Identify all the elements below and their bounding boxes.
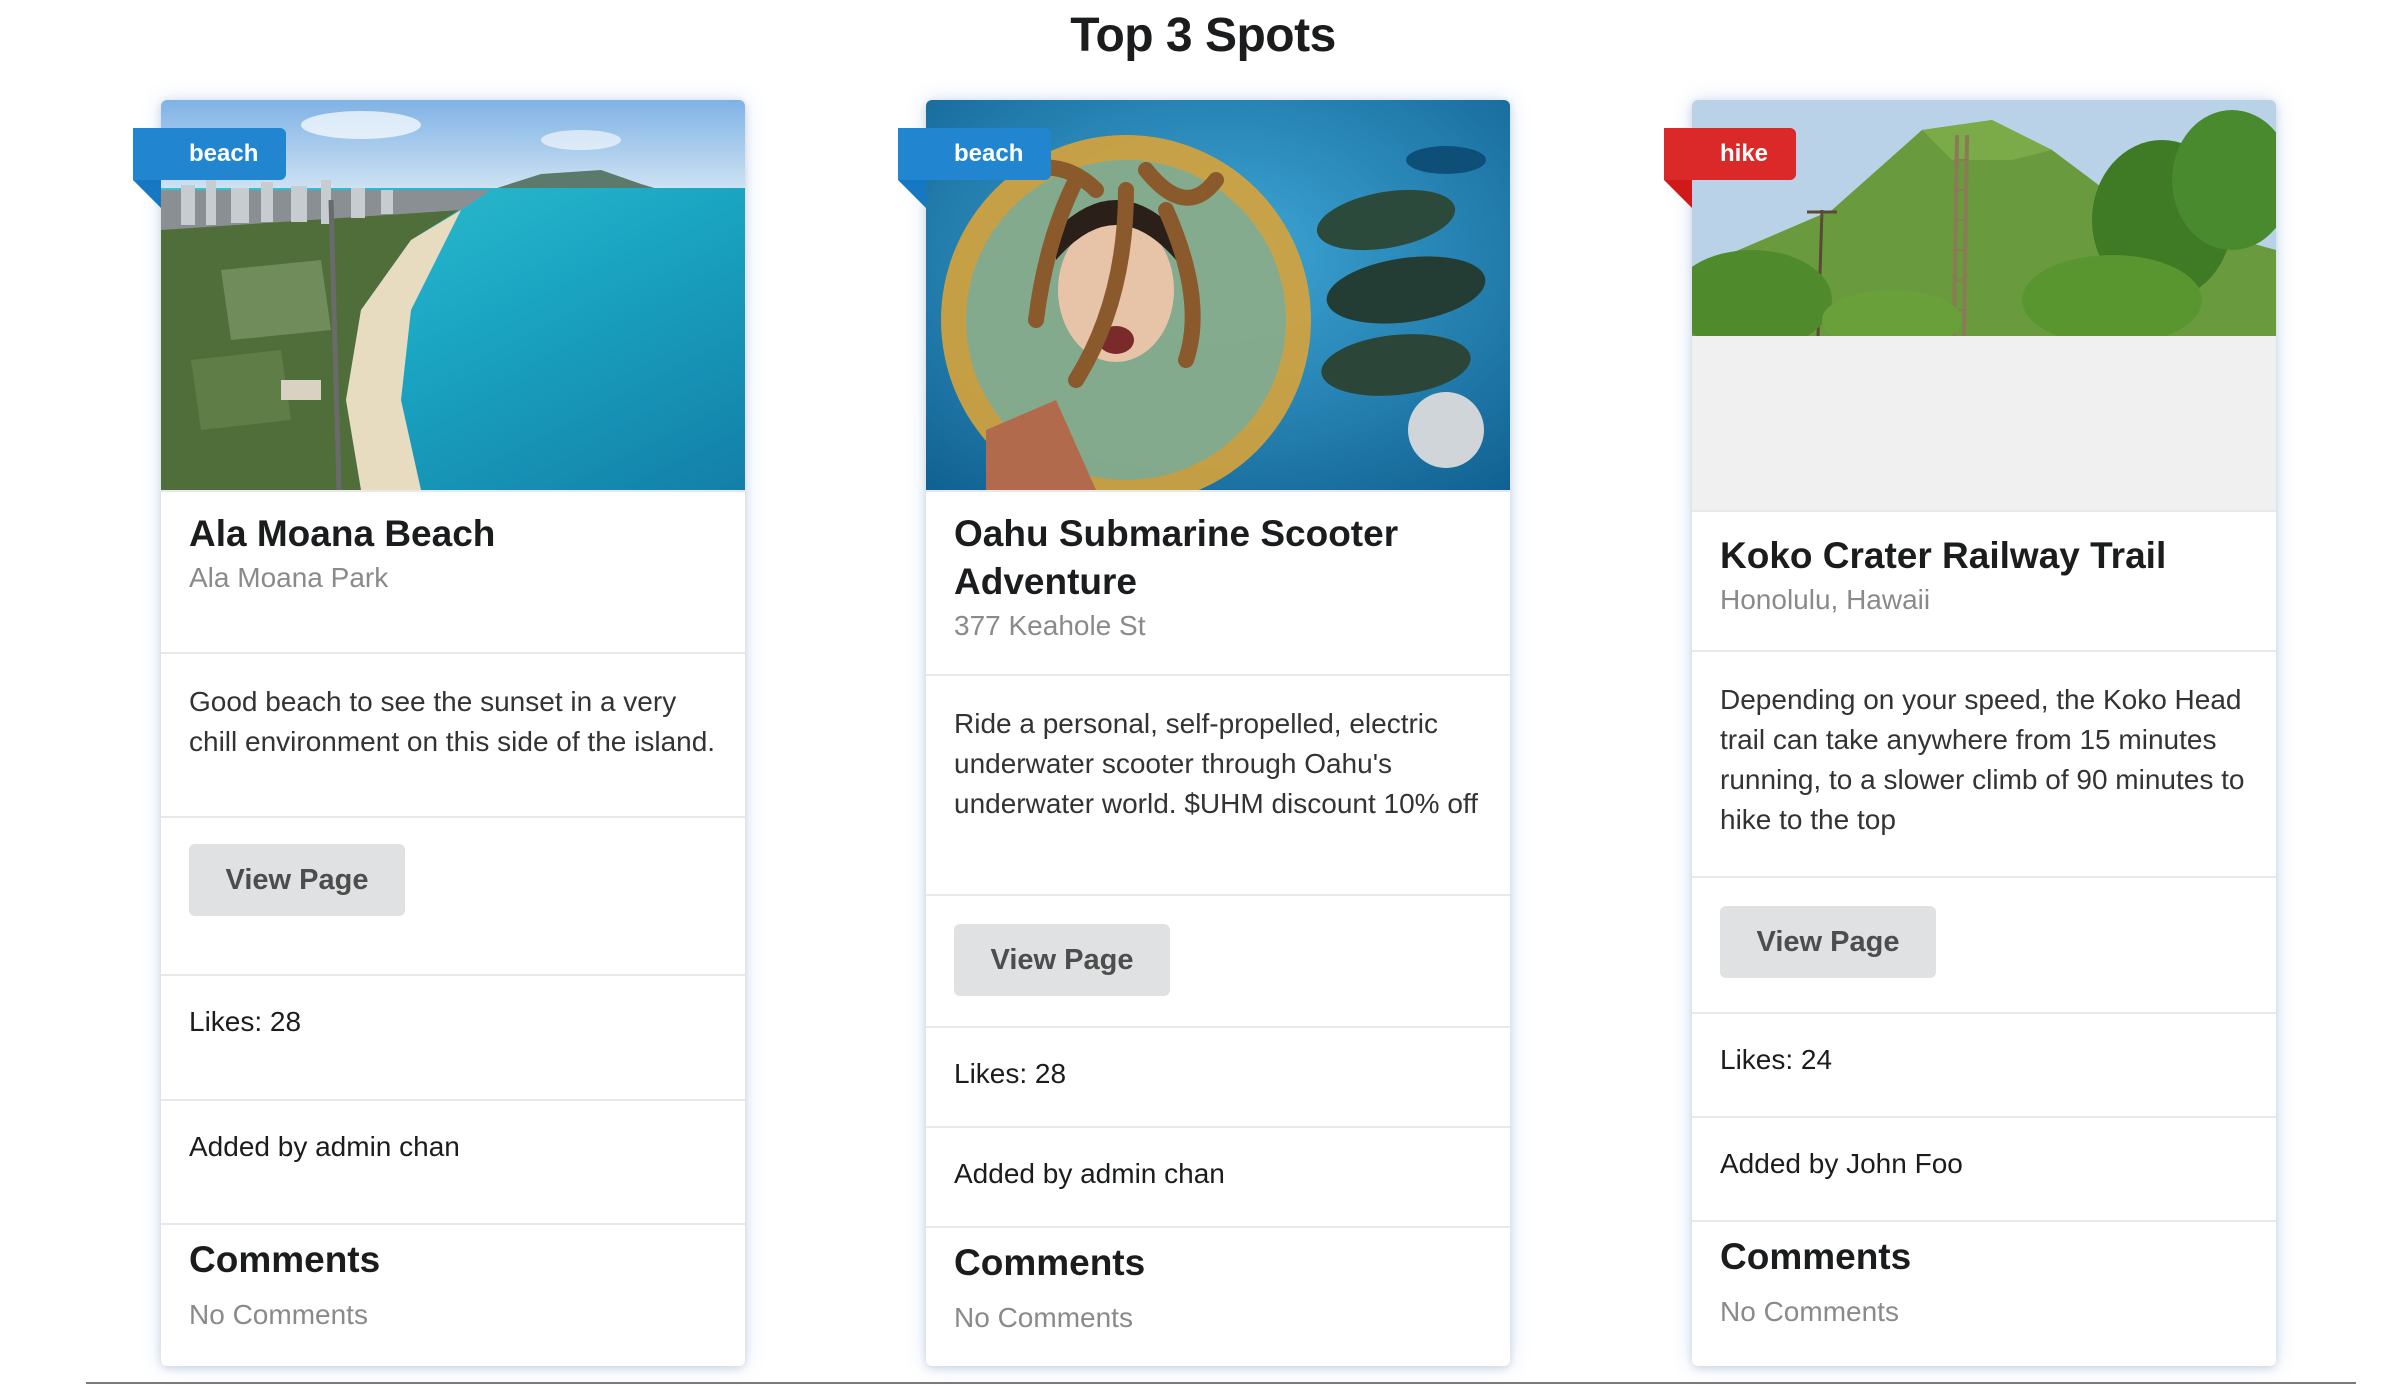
card-description: Ride a personal, self-propelled, electri… [954,708,1478,819]
page-title: Top 3 Spots [1070,9,1336,62]
card-description: Good beach to see the sunset in a very c… [189,686,716,757]
comments-heading: Comments [954,1242,1146,1283]
tag-ribbon[interactable]: beach [133,128,287,208]
card-actions: View Page [926,894,1510,1026]
spot-card: beach Oahu Submarine Scooter Adventure 3… [898,100,1510,1366]
likes-count: Likes: 24 [1720,1044,1833,1075]
view-page-button[interactable]: View Page [1720,906,1936,978]
tag-ribbon[interactable]: hike [1664,128,1797,208]
likes-count: Likes: 28 [954,1058,1067,1089]
tag-ribbon[interactable]: beach [898,128,1052,208]
card-location: Ala Moana Park [189,562,389,593]
card-location: 377 Keahole St [954,610,1146,641]
bottom-divider [86,1382,2356,1384]
view-page-button[interactable]: View Page [954,924,1170,996]
card-header: Koko Crater Railway Trail Honolulu, Hawa… [1692,510,2276,650]
comments-heading: Comments [189,1239,381,1280]
spot-card: beach Ala Moana Beach Ala Moana Park Goo… [133,100,745,1366]
likes-section: Likes: 28 [926,1026,1510,1126]
card-title[interactable]: Oahu Submarine Scooter Adventure [954,510,1482,606]
added-by: Added by admin chan [189,1131,460,1162]
added-by-section: Added by admin chan [926,1126,1510,1226]
no-comments-text: No Comments [1720,1296,1899,1327]
no-comments-text: No Comments [189,1299,368,1330]
card-title[interactable]: Koko Crater Railway Trail [1720,532,2248,580]
card-title[interactable]: Ala Moana Beach [189,510,717,558]
no-comments-text: No Comments [954,1302,1133,1333]
likes-section: Likes: 28 [161,974,745,1099]
card-header: Oahu Submarine Scooter Adventure 377 Kea… [926,490,1510,674]
card-description-section: Good beach to see the sunset in a very c… [161,652,745,816]
comments-heading: Comments [1720,1236,1912,1277]
comments-section: Comments No Comments [1692,1220,2276,1364]
added-by: Added by John Foo [1720,1148,1963,1179]
added-by-section: Added by John Foo [1692,1116,2276,1220]
likes-count: Likes: 28 [189,1006,302,1037]
comments-section: Comments No Comments [161,1223,745,1353]
spot-card: hike Koko Crater Railway Trail Honolulu,… [1664,100,2276,1366]
added-by: Added by admin chan [954,1158,1225,1189]
card-actions: View Page [161,816,745,974]
added-by-section: Added by admin chan [161,1099,745,1223]
card-actions: View Page [1692,876,2276,1012]
card-header: Ala Moana Beach Ala Moana Park [161,490,745,652]
card-location: Honolulu, Hawaii [1720,584,1931,615]
likes-section: Likes: 24 [1692,1012,2276,1116]
view-page-button[interactable]: View Page [189,844,405,916]
card-description-section: Ride a personal, self-propelled, electri… [926,674,1510,894]
card-description-section: Depending on your speed, the Koko Head t… [1692,650,2276,876]
card-description: Depending on your speed, the Koko Head t… [1720,684,2245,835]
comments-section: Comments No Comments [926,1226,1510,1356]
